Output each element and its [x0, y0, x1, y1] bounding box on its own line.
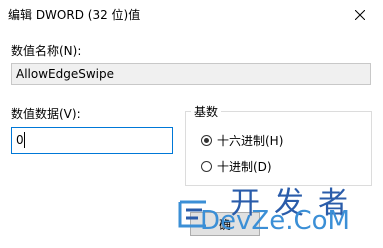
radio-button-checked[interactable]: [201, 135, 212, 146]
value-name-text: AllowEdgeSwipe: [16, 67, 114, 81]
value-data-label: 数值数据(V):: [11, 107, 81, 121]
value-name-label: 数值名称(N):: [11, 44, 82, 58]
radio-decimal[interactable]: 十进制(D): [201, 158, 272, 175]
radio-button-unchecked[interactable]: [201, 161, 212, 172]
watermark-logo-icon: [178, 200, 206, 228]
edit-dword-dialog: 编辑 DWORD (32 位)值 数值名称(N): AllowEdgeSwipe…: [0, 0, 383, 248]
value-name-field[interactable]: AllowEdgeSwipe: [11, 63, 371, 85]
dialog-title: 编辑 DWORD (32 位)值: [8, 8, 141, 22]
close-icon: [355, 10, 365, 20]
value-data-input[interactable]: 0: [11, 127, 173, 154]
value-data-text: 0: [16, 133, 24, 147]
close-button[interactable]: [337, 0, 383, 30]
title-bar: 编辑 DWORD (32 位)值: [0, 0, 383, 30]
base-group-title: 基数: [191, 103, 222, 120]
radio-decimal-label: 十进制(D): [217, 160, 272, 174]
radio-hexadecimal-label: 十六进制(H): [217, 134, 284, 148]
ok-button-label: 确: [218, 217, 231, 232]
radio-hexadecimal[interactable]: 十六进制(H): [201, 132, 283, 149]
text-caret: [24, 132, 25, 148]
